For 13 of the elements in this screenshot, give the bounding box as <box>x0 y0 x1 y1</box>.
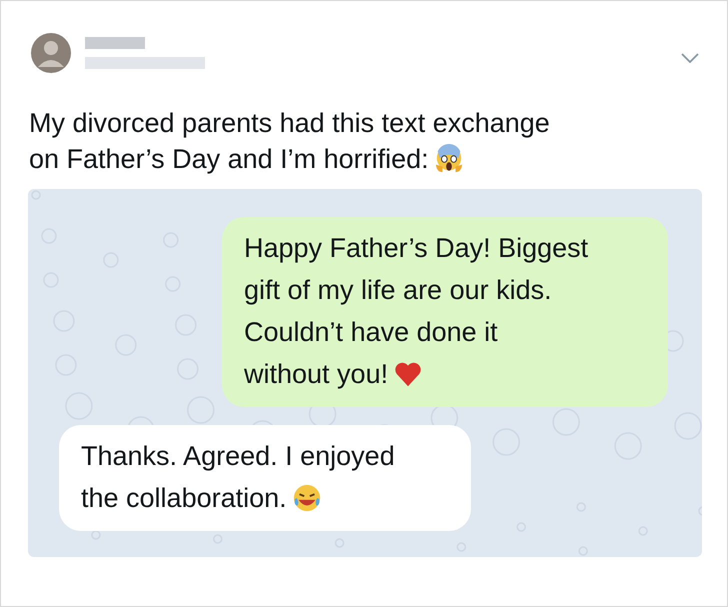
avatar[interactable] <box>31 33 71 73</box>
laughing-face-icon <box>292 483 322 513</box>
tweet-text: My divorced parents had this text exchange <box>29 107 550 140</box>
redacted-name <box>85 37 145 49</box>
message-text: gift of my life are our kids. <box>244 274 552 307</box>
message-text: the collaboration. <box>81 482 287 515</box>
message-text: without you! <box>244 358 388 391</box>
chevron-down-icon[interactable] <box>681 53 699 63</box>
screaming-face-icon <box>434 144 464 174</box>
message-text: Couldn’t have done it <box>244 316 498 349</box>
message-text: Thanks. Agreed. I enjoyed <box>81 440 395 473</box>
tweet-text: on Father’s Day and I’m horrified: <box>29 143 429 176</box>
message-text: Happy Father’s Day! Biggest <box>244 232 588 265</box>
